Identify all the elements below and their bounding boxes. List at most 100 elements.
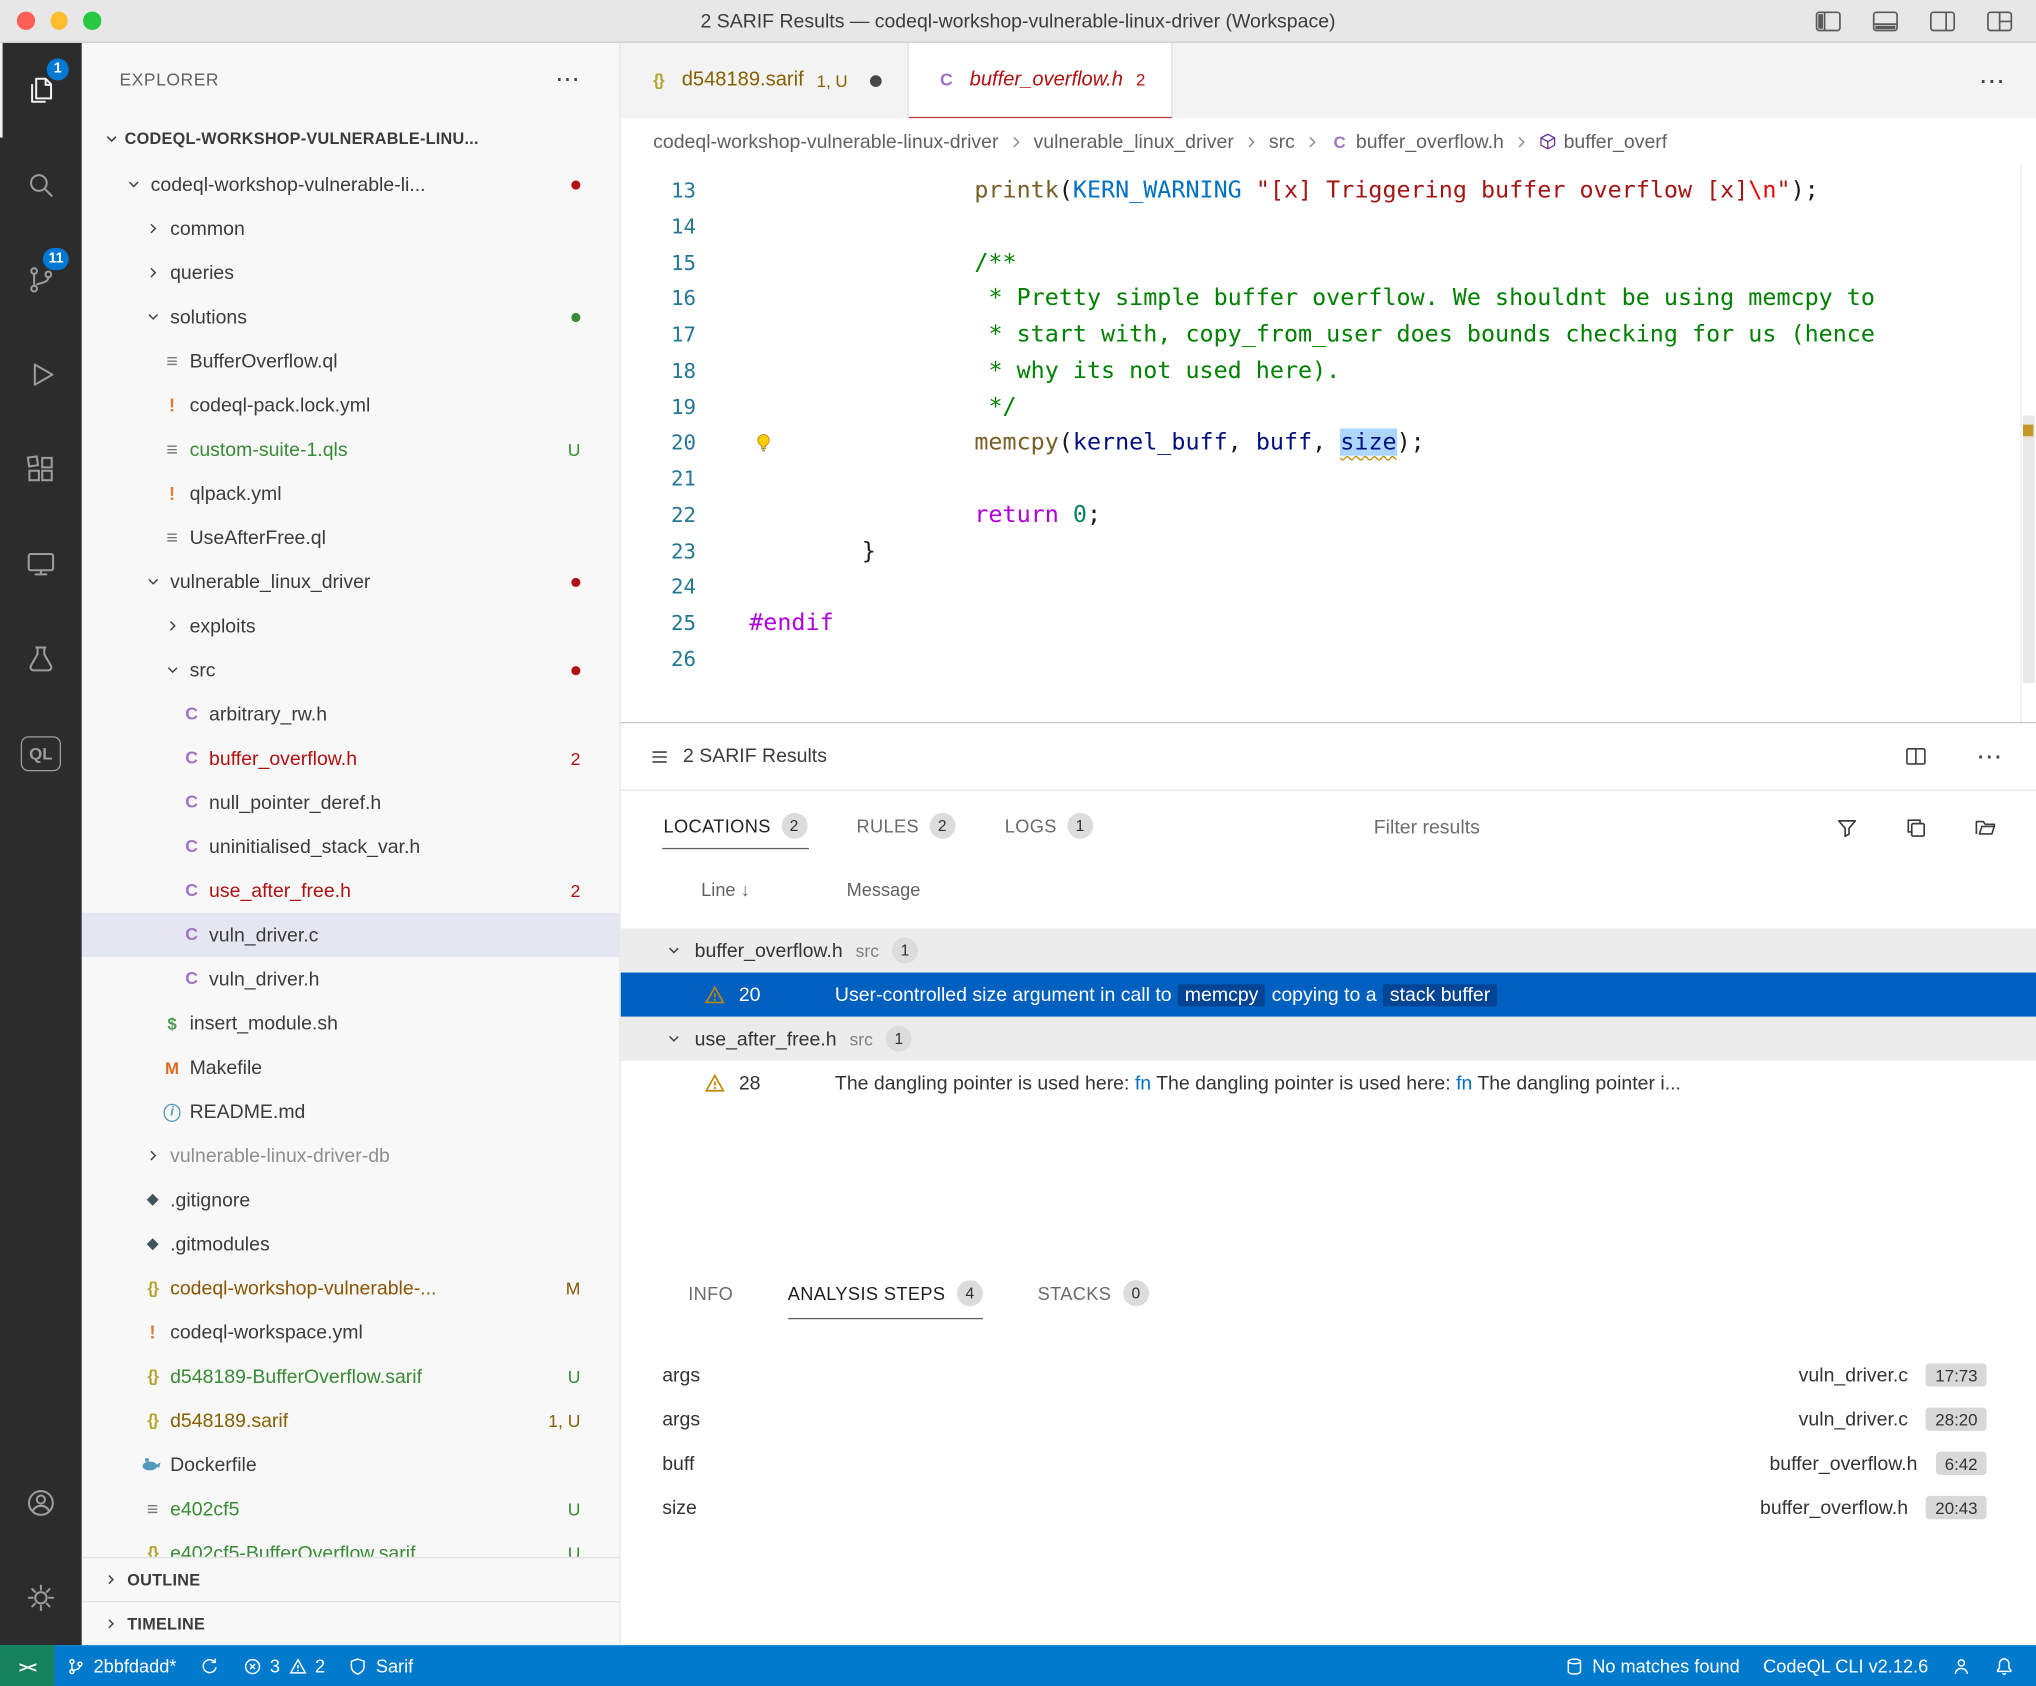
tree-item[interactable]: $insert_module.sh bbox=[82, 1001, 620, 1045]
modified-dot-icon[interactable] bbox=[870, 75, 882, 87]
tree-item[interactable]: ◆.gitignore bbox=[82, 1178, 620, 1222]
editor-more-actions-icon[interactable]: ⋯ bbox=[1979, 64, 2005, 96]
workspace-root-row[interactable]: CODEQL-WORKSHOP-VULNERABLE-LINU... bbox=[82, 116, 620, 163]
step-file-link[interactable]: buffer_overflow.h bbox=[1760, 1496, 1908, 1518]
code-location-chip[interactable]: stack buffer bbox=[1383, 984, 1496, 1006]
tree-item[interactable]: ≡UseAfterFree.ql bbox=[82, 515, 620, 559]
step-file-link[interactable]: vuln_driver.c bbox=[1799, 1364, 1908, 1386]
sarif-file-group-row[interactable]: use_after_free.hsrc1 bbox=[621, 1017, 2036, 1061]
detail-tab-info[interactable]: INFO bbox=[688, 1280, 733, 1319]
tree-item[interactable]: {}d548189-BufferOverflow.sarifU bbox=[82, 1354, 620, 1398]
scrollbar-thumb[interactable] bbox=[2022, 416, 2034, 683]
sarif-tab-logs[interactable]: LOGS1 bbox=[1003, 805, 1094, 849]
toggle-secondary-sidebar-icon[interactable] bbox=[1930, 10, 1956, 32]
sidebar-item-remote-explorer[interactable] bbox=[0, 517, 82, 612]
analysis-step-row[interactable]: buffbuffer_overflow.h6:42 bbox=[621, 1441, 2036, 1485]
minimize-window-icon[interactable] bbox=[50, 12, 68, 30]
zoom-window-icon[interactable] bbox=[83, 12, 101, 30]
sidebar-item-explorer[interactable]: 1 bbox=[0, 43, 82, 138]
code-editor[interactable]: 13 printk(KERN_WARNING "[x] Triggering b… bbox=[621, 165, 2036, 722]
sarif-file-group-row[interactable]: buffer_overflow.hsrc1 bbox=[621, 928, 2036, 972]
breadcrumb-item[interactable]: codeql-workshop-vulnerable-linux-driver bbox=[653, 130, 998, 152]
tree-item[interactable]: Dockerfile bbox=[82, 1443, 620, 1487]
detail-tab-analysis-steps[interactable]: ANALYSIS STEPS4 bbox=[788, 1280, 983, 1319]
tree-item[interactable]: {}codeql-workshop-vulnerable-...M bbox=[82, 1266, 620, 1310]
sidebar-item-run-and-debug[interactable] bbox=[0, 327, 82, 422]
analysis-step-row[interactable]: argsvuln_driver.c17:73 bbox=[621, 1353, 2036, 1397]
sidebar-item-codeql[interactable]: QL bbox=[0, 706, 82, 801]
sidebar-item-testing[interactable] bbox=[0, 612, 82, 707]
copy-icon[interactable] bbox=[1905, 816, 1927, 838]
code-location-chip[interactable]: memcpy bbox=[1178, 984, 1265, 1006]
toggle-sidebar-icon[interactable] bbox=[1815, 10, 1841, 32]
sarif-result-row[interactable]: 20User-controlled size argument in call … bbox=[621, 973, 2036, 1017]
tree-item[interactable]: vulnerable-linux-driver-db bbox=[82, 1134, 620, 1178]
tree-item[interactable]: Cvuln_driver.c bbox=[82, 913, 620, 957]
tab-d548189-sarif[interactable]: {} d548189.sarif 1, U bbox=[621, 43, 909, 118]
tree-item[interactable]: ◆.gitmodules bbox=[82, 1222, 620, 1266]
breadcrumb-item[interactable]: vulnerable_linux_driver bbox=[1034, 130, 1234, 152]
tree-item[interactable]: {}d548189.sarif1, U bbox=[82, 1398, 620, 1442]
tree-item[interactable]: src bbox=[82, 648, 620, 692]
open-log-folder-icon[interactable] bbox=[1974, 816, 1997, 838]
step-file-link[interactable]: vuln_driver.c bbox=[1799, 1408, 1908, 1430]
breadcrumb-item[interactable]: Cbuffer_overflow.h bbox=[1330, 130, 1504, 152]
customize-layout-icon[interactable] bbox=[1987, 10, 2013, 32]
sync-status-item[interactable] bbox=[188, 1645, 231, 1686]
analysis-step-row[interactable]: argsvuln_driver.c28:20 bbox=[621, 1397, 2036, 1441]
sarif-scanner-status-item[interactable]: Sarif bbox=[337, 1645, 425, 1686]
location-link[interactable]: fn bbox=[1456, 1072, 1472, 1094]
codeql-cli-status-item[interactable]: CodeQL CLI v2.12.6 bbox=[1751, 1645, 1939, 1686]
tree-item[interactable]: exploits bbox=[82, 604, 620, 648]
sidebar-item-source-control[interactable]: 11 bbox=[0, 232, 82, 327]
breadcrumb-item[interactable]: buffer_overf bbox=[1539, 130, 1667, 152]
timeline-section-header[interactable]: TIMELINE bbox=[82, 1601, 620, 1645]
problems-status-item[interactable]: 3 2 bbox=[231, 1645, 337, 1686]
tree-item[interactable]: !qlpack.yml bbox=[82, 471, 620, 515]
breadcrumb-item[interactable]: src bbox=[1269, 130, 1295, 152]
tree-item[interactable]: {}e402cf5-BufferOverflow.sarifU bbox=[82, 1531, 620, 1557]
tree-item[interactable]: Cnull_pointer_deref.h bbox=[82, 780, 620, 824]
sarif-tab-locations[interactable]: LOCATIONS2 bbox=[662, 805, 808, 849]
split-panel-icon[interactable] bbox=[1905, 745, 1927, 767]
sarif-tab-rules[interactable]: RULES2 bbox=[855, 805, 957, 849]
outline-section-header[interactable]: OUTLINE bbox=[82, 1557, 620, 1601]
notifications-status-item[interactable] bbox=[1983, 1645, 2026, 1686]
tree-item[interactable]: solutions bbox=[82, 295, 620, 339]
detail-tab-stacks[interactable]: STACKS0 bbox=[1038, 1280, 1149, 1319]
panel-more-actions-icon[interactable]: ⋯ bbox=[1976, 740, 2002, 772]
branch-status-item[interactable]: 2bbfdadd* bbox=[55, 1645, 189, 1686]
tree-item[interactable]: Cbuffer_overflow.h2 bbox=[82, 736, 620, 780]
feedback-status-item[interactable] bbox=[1940, 1645, 1983, 1686]
remote-indicator[interactable]: >< bbox=[0, 1645, 55, 1686]
tree-item[interactable]: codeql-workshop-vulnerable-li... bbox=[82, 162, 620, 206]
tree-item[interactable]: common bbox=[82, 206, 620, 250]
filter-icon[interactable] bbox=[1836, 816, 1858, 838]
sort-by-line-header[interactable]: Line ↓ bbox=[701, 879, 750, 900]
location-link[interactable]: fn bbox=[1135, 1072, 1151, 1094]
tree-item[interactable]: queries bbox=[82, 251, 620, 295]
codeql-database-status-item[interactable]: No matches found bbox=[1553, 1645, 1751, 1686]
editor-scrollbar[interactable] bbox=[2020, 165, 2036, 722]
tree-item[interactable]: ≡e402cf5U bbox=[82, 1487, 620, 1531]
tree-item[interactable]: ≡BufferOverflow.ql bbox=[82, 339, 620, 383]
lightbulb-icon[interactable] bbox=[753, 433, 774, 454]
sidebar-item-extensions[interactable] bbox=[0, 422, 82, 517]
close-window-icon[interactable] bbox=[17, 12, 35, 30]
tree-item[interactable]: !codeql-pack.lock.yml bbox=[82, 383, 620, 427]
tree-item[interactable]: iREADME.md bbox=[82, 1089, 620, 1133]
settings-button[interactable] bbox=[0, 1550, 82, 1645]
filter-results-input[interactable] bbox=[1374, 816, 1802, 838]
explorer-more-actions-icon[interactable]: ⋯ bbox=[555, 64, 580, 94]
sidebar-item-search[interactable] bbox=[0, 138, 82, 233]
accounts-button[interactable] bbox=[0, 1456, 82, 1551]
tree-item[interactable]: !codeql-workspace.yml bbox=[82, 1310, 620, 1354]
analysis-step-row[interactable]: sizebuffer_overflow.h20:43 bbox=[621, 1485, 2036, 1529]
tree-item[interactable]: Carbitrary_rw.h bbox=[82, 692, 620, 736]
toggle-panel-icon[interactable] bbox=[1872, 10, 1898, 32]
step-file-link[interactable]: buffer_overflow.h bbox=[1769, 1452, 1917, 1474]
tree-item[interactable]: ≡custom-suite-1.qlsU bbox=[82, 427, 620, 471]
tree-item[interactable]: vulnerable_linux_driver bbox=[82, 560, 620, 604]
tree-item[interactable]: MMakefile bbox=[82, 1045, 620, 1089]
tab-buffer-overflow-h[interactable]: C buffer_overflow.h 2 bbox=[909, 43, 1173, 118]
